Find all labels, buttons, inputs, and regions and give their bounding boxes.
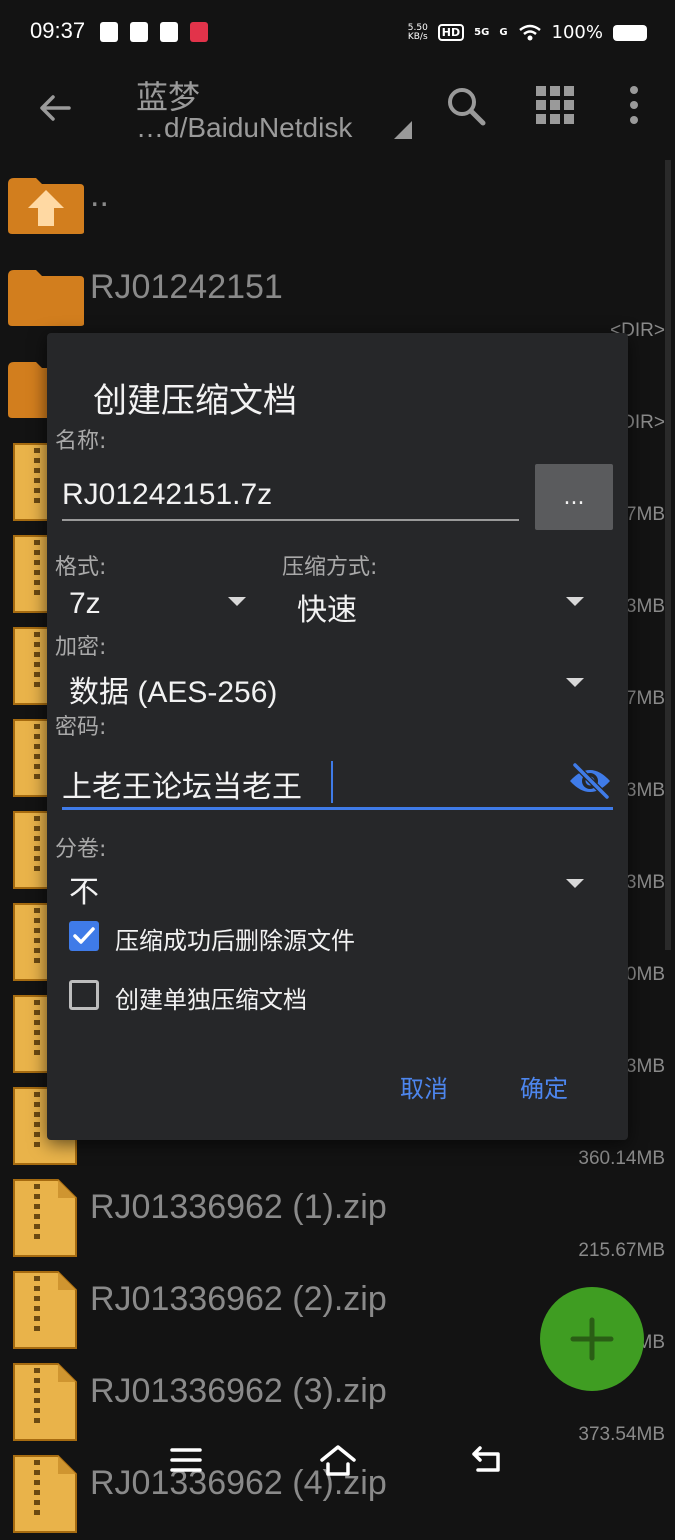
file-list-item[interactable]: RJ01336962 (1).zip 215.67MB xyxy=(0,1172,675,1264)
password-label: 密码: xyxy=(55,715,107,740)
file-size: 3MB xyxy=(625,872,665,893)
more-options-icon[interactable] xyxy=(622,85,646,125)
clipboard-icon xyxy=(100,22,118,42)
split-dropdown-icon[interactable] xyxy=(566,879,584,888)
delete-source-label[interactable]: 压缩成功后删除源文件 xyxy=(115,921,355,956)
password-underline xyxy=(62,807,613,810)
battery-percent: 100% xyxy=(551,22,603,43)
file-size: 3MB xyxy=(625,596,665,617)
plus-icon xyxy=(570,1317,614,1361)
signal-5g-icon: 5G xyxy=(474,27,490,38)
format-label: 格式: xyxy=(55,555,107,580)
notification-icons xyxy=(100,22,208,42)
file-size: 215.67MB xyxy=(578,1240,665,1261)
scrollbar[interactable] xyxy=(665,160,671,950)
split-select[interactable]: 不 xyxy=(69,867,99,911)
folder-icon xyxy=(8,270,84,326)
name-label: 名称: xyxy=(55,429,107,454)
status-right: 5.50 KB/s HD 5G G 100% xyxy=(408,22,647,43)
home-icon[interactable] xyxy=(318,1442,358,1478)
calendar-icon xyxy=(190,22,208,42)
format-select[interactable]: 7z xyxy=(69,587,101,621)
status-bar: 09:37 5.50 KB/s HD 5G G 100% xyxy=(0,0,675,70)
network-speed: 5.50 KB/s xyxy=(407,22,428,42)
format-dropdown-icon[interactable] xyxy=(228,597,246,606)
system-nav-bar xyxy=(0,1420,675,1500)
text-cursor xyxy=(331,761,333,803)
browse-button[interactable]: ... xyxy=(535,464,613,530)
file-name: RJ01336962 (2).zip xyxy=(90,1280,387,1318)
visibility-off-icon[interactable] xyxy=(567,761,613,801)
path-dropdown-icon[interactable] xyxy=(394,121,412,139)
wifi-icon xyxy=(518,24,541,40)
file-name: RJ01336962 (1).zip xyxy=(90,1188,387,1226)
method-select[interactable]: 快速 xyxy=(297,585,357,629)
dialog-title: 创建压缩文档 xyxy=(93,381,297,421)
separate-archive-checkbox[interactable] xyxy=(69,980,99,1010)
checkmark-icon xyxy=(73,927,95,944)
file-list-item[interactable]: .. xyxy=(0,160,675,252)
file-size: 7MB xyxy=(625,504,665,525)
archive-name-input[interactable]: RJ01242151.7z xyxy=(62,478,272,512)
file-list-item[interactable]: RJ01242151 <DIR> xyxy=(0,252,675,344)
separate-archive-label[interactable]: 创建单独压缩文档 xyxy=(115,980,307,1015)
encryption-select[interactable]: 数据 (AES-256) xyxy=(69,667,277,711)
parent-folder-icon xyxy=(8,178,84,234)
password-input[interactable]: 上老王论坛当老王 xyxy=(62,762,302,806)
name-underline xyxy=(62,519,519,521)
zip-file-icon xyxy=(13,1179,77,1257)
search-icon[interactable] xyxy=(445,85,487,127)
signal-g-icon: G xyxy=(499,27,508,38)
method-dropdown-icon[interactable] xyxy=(566,597,584,606)
zip-file-icon xyxy=(13,1271,77,1349)
status-time: 09:37 xyxy=(30,18,86,43)
file-size: 3MB xyxy=(625,780,665,801)
file-size: 3MB xyxy=(625,1056,665,1077)
back-arrow-icon[interactable] xyxy=(35,88,75,128)
ok-button[interactable]: 确定 xyxy=(520,1069,568,1104)
cancel-button[interactable]: 取消 xyxy=(400,1069,448,1104)
create-archive-dialog: 创建压缩文档 名称: RJ01242151.7z ... 格式: 7z 压缩方式… xyxy=(47,333,628,1140)
method-label: 压缩方式: xyxy=(282,555,378,580)
encryption-dropdown-icon[interactable] xyxy=(566,678,584,687)
add-fab-button[interactable] xyxy=(540,1287,644,1391)
delete-source-checkbox[interactable] xyxy=(69,921,99,951)
check-icon xyxy=(160,22,178,42)
file-size: 360.14MB xyxy=(578,1148,665,1169)
file-size: 7MB xyxy=(625,688,665,709)
app-notification-icon xyxy=(130,22,148,42)
current-path[interactable]: …d/BaiduNetdisk xyxy=(136,112,352,144)
encryption-label: 加密: xyxy=(55,635,107,660)
grid-view-icon[interactable] xyxy=(535,85,575,125)
hd-icon: HD xyxy=(437,24,465,41)
file-name: RJ01242151 xyxy=(90,268,283,306)
split-label: 分卷: xyxy=(55,837,107,862)
battery-icon xyxy=(613,24,647,41)
recent-apps-icon[interactable] xyxy=(170,1446,202,1474)
app-bar: 蓝梦 …d/BaiduNetdisk xyxy=(0,70,675,160)
nav-back-icon[interactable] xyxy=(470,1444,504,1474)
file-size: 0MB xyxy=(625,964,665,985)
file-name: RJ01336962 (3).zip xyxy=(90,1372,387,1410)
file-name: .. xyxy=(90,176,109,214)
